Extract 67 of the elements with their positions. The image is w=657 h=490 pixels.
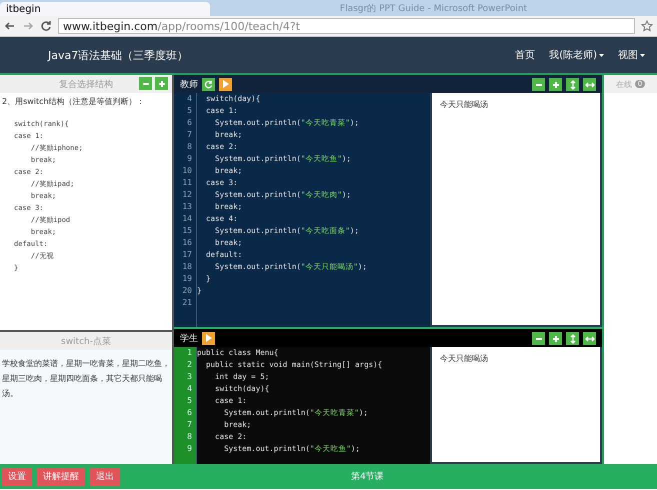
line-number: 11 <box>181 177 192 189</box>
line-number: 19 <box>181 273 192 285</box>
line-number: 7 <box>186 129 192 141</box>
line-number: 20 <box>181 285 192 297</box>
line-number: 4 <box>186 383 192 395</box>
forward-icon[interactable] <box>22 20 34 32</box>
address-field[interactable]: www.itbegin.com/app/rooms/100/teach/4?t <box>58 18 635 34</box>
star-icon[interactable] <box>641 20 653 32</box>
minus-tool-button[interactable] <box>532 332 545 345</box>
back-icon[interactable] <box>4 20 16 32</box>
lesson-status: 第4节课 <box>351 470 384 483</box>
line-number: 9 <box>186 443 192 455</box>
run-button[interactable] <box>219 78 232 90</box>
footer-button[interactable]: 退出 <box>90 468 120 486</box>
line-number: 14 <box>181 213 192 225</box>
line-number: 7 <box>186 419 192 431</box>
editor-label: 学生 <box>180 332 198 344</box>
editor-label: 教师 <box>180 78 198 90</box>
nav-link[interactable]: 首页 <box>515 48 536 62</box>
horizontal-tool-button[interactable] <box>583 78 596 91</box>
output-text: 今天只能喝汤 <box>430 93 602 327</box>
line-number: 9 <box>186 153 192 165</box>
zoom-in-button[interactable] <box>155 77 168 90</box>
lesson-text: 2、用switch结构（注意是等值判断）： <box>1 96 146 108</box>
zoom-out-button[interactable] <box>139 77 152 90</box>
line-number: 4 <box>186 93 192 105</box>
online-label: 在线 <box>616 78 632 90</box>
line-number: 2 <box>186 359 192 371</box>
run-button[interactable] <box>202 332 215 344</box>
play-icon <box>222 80 229 88</box>
footer-button[interactable]: 讲解提醒 <box>37 468 85 486</box>
browser-tab[interactable]: itbegin <box>0 2 210 16</box>
line-number: 5 <box>186 105 192 117</box>
reload-icon[interactable] <box>40 20 52 32</box>
exercise-text: 学校食堂的菜谱，星期一吃青菜，星期二吃鱼，星期三吃肉，星期四吃面条，其它天都只能喝汤。 <box>1 358 171 400</box>
line-number: 15 <box>181 225 192 237</box>
refresh-button[interactable] <box>202 78 215 90</box>
horizontal-tool-button[interactable] <box>583 332 596 345</box>
footer-button[interactable]: 设置 <box>2 468 32 486</box>
line-number: 8 <box>186 141 192 153</box>
line-number: 21 <box>181 297 192 309</box>
line-number: 18 <box>181 261 192 273</box>
line-number: 10 <box>181 165 192 177</box>
line-number: 8 <box>186 431 192 443</box>
nav-link[interactable]: 视图 <box>618 48 645 62</box>
line-number: 6 <box>186 117 192 129</box>
plus-tool-button[interactable] <box>549 332 562 345</box>
panel-title: switch-点菜 <box>61 336 111 348</box>
vertical-tool-button[interactable] <box>566 78 579 91</box>
output-text: 今天只能喝汤 <box>430 347 602 464</box>
window-title: Flasgr的 PPT Guide - Microsoft PowerPoint <box>338 2 528 14</box>
panel-title: 复合选择结构 <box>59 78 113 90</box>
line-number: 13 <box>181 201 192 213</box>
line-number: 12 <box>181 189 192 201</box>
line-number: 16 <box>181 237 192 249</box>
line-number: 17 <box>181 249 192 261</box>
line-number: 5 <box>186 395 192 407</box>
line-number: 3 <box>186 371 192 383</box>
refresh-icon <box>204 80 213 88</box>
line-number: 6 <box>186 407 192 419</box>
line-number: 1 <box>186 347 192 359</box>
minus-tool-button[interactable] <box>532 78 545 91</box>
vertical-tool-button[interactable] <box>566 332 579 345</box>
nav-link[interactable]: 我(陈老师) <box>549 48 604 62</box>
plus-tool-button[interactable] <box>549 78 562 91</box>
play-icon <box>205 334 212 342</box>
course-title: Java7语法基础（三季度班） <box>48 48 190 62</box>
